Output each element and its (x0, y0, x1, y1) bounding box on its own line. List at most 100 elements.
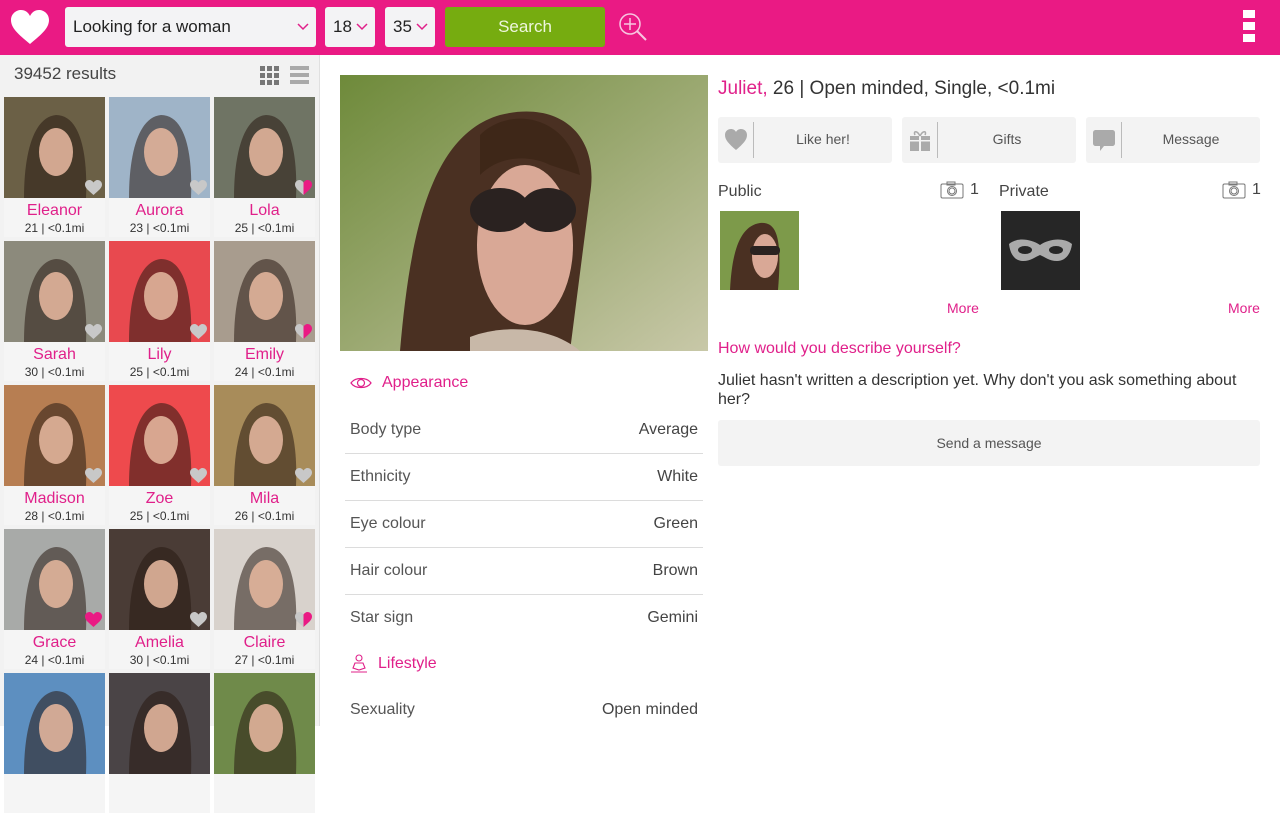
send-message-button[interactable]: Send a message (718, 420, 1260, 466)
result-photo[interactable] (109, 241, 210, 342)
looking-for-select[interactable]: Looking for a woman (65, 7, 316, 47)
result-photo[interactable] (109, 673, 210, 774)
result-card[interactable]: Lily 25 | <0.1mi (109, 241, 210, 381)
attribute-row: Star sign Gemini (345, 595, 703, 642)
result-photo[interactable] (214, 673, 315, 774)
search-button[interactable]: Search (445, 7, 605, 47)
public-count-value: 1 (970, 181, 979, 198)
results-sidebar: 39452 results Eleanor 21 | <0.1mi Aurora 23… (0, 55, 320, 813)
favorite-half-heart-icon[interactable] (295, 612, 312, 627)
private-more-link[interactable]: More (1228, 300, 1260, 316)
favorite-heart-icon[interactable] (85, 324, 102, 339)
result-name: Madison (24, 490, 85, 507)
looking-for-value: Looking for a woman (73, 17, 231, 36)
attribute-label: Eye colour (350, 515, 426, 532)
result-photo[interactable] (214, 97, 315, 198)
public-photo-thumbnail[interactable] (720, 211, 799, 290)
result-card[interactable]: Madison 28 | <0.1mi (4, 385, 105, 525)
result-meta: 25 | <0.1mi (129, 365, 190, 379)
favorite-half-heart-icon[interactable] (295, 324, 312, 339)
result-photo[interactable] (4, 241, 105, 342)
result-photo-image (24, 691, 87, 774)
result-card[interactable]: Emily 24 | <0.1mi (214, 241, 315, 381)
result-card[interactable]: Eleanor 21 | <0.1mi (4, 97, 105, 237)
result-photo[interactable] (4, 385, 105, 486)
message-button[interactable]: Message (1086, 117, 1260, 163)
result-card[interactable]: Amelia 30 | <0.1mi (109, 529, 210, 669)
result-photo[interactable] (214, 529, 315, 630)
attribute-value: Green (653, 515, 698, 532)
result-photo[interactable] (4, 97, 105, 198)
age-max-select[interactable]: 35 (385, 7, 435, 47)
result-card[interactable] (214, 673, 315, 813)
appearance-title: Appearance (382, 374, 469, 391)
result-card[interactable] (4, 673, 105, 813)
favorite-heart-icon[interactable] (85, 612, 102, 627)
result-card[interactable]: Grace 24 | <0.1mi (4, 529, 105, 669)
attribute-label: Star sign (350, 609, 414, 626)
result-card[interactable]: Mila 26 | <0.1mi (214, 385, 315, 525)
speech-bubble-icon (1093, 130, 1115, 151)
favorite-half-heart-icon[interactable] (295, 180, 312, 195)
result-photo[interactable] (109, 97, 210, 198)
profile-headline: Juliet, 26 | Open minded, Single, <0.1mi (718, 78, 1055, 100)
result-meta: 28 | <0.1mi (24, 509, 85, 523)
attribute-label: Body type (350, 421, 422, 438)
result-meta: 21 | <0.1mi (24, 221, 85, 235)
result-photo[interactable] (4, 529, 105, 630)
result-card[interactable]: Lola 25 | <0.1mi (214, 97, 315, 237)
favorite-heart-icon[interactable] (190, 180, 207, 195)
description-question: How would you describe yourself? (718, 340, 961, 357)
chevron-down-icon (356, 23, 368, 31)
result-card[interactable]: Claire 27 | <0.1mi (214, 529, 315, 669)
result-card[interactable]: Aurora 23 | <0.1mi (109, 97, 210, 237)
favorite-heart-icon[interactable] (190, 324, 207, 339)
favorite-heart-icon[interactable] (85, 180, 102, 195)
private-photo-thumbnail[interactable] (1001, 211, 1080, 290)
favorite-heart-icon[interactable] (190, 468, 207, 483)
gifts-button[interactable]: Gifts (902, 117, 1076, 163)
result-name: Emily (244, 346, 285, 363)
result-card[interactable]: Zoe 25 | <0.1mi (109, 385, 210, 525)
result-name: Zoe (145, 490, 174, 507)
result-photo[interactable] (109, 385, 210, 486)
public-album-label: Public (718, 183, 762, 200)
chevron-down-icon (416, 23, 428, 31)
profile-summary: 26 | Open minded, Single, <0.1mi (767, 78, 1056, 99)
result-card[interactable]: Sarah 30 | <0.1mi (4, 241, 105, 381)
profile-main-photo[interactable] (340, 75, 708, 351)
age-min-select[interactable]: 18 (325, 7, 375, 47)
grid-view-icon[interactable] (260, 66, 279, 85)
attribute-label: Sexuality (350, 701, 415, 718)
result-name: Amelia (135, 634, 184, 651)
private-count-value: 1 (1252, 181, 1261, 198)
attribute-label: Ethnicity (350, 468, 411, 485)
favorite-heart-icon[interactable] (295, 468, 312, 483)
heart-logo-icon[interactable] (10, 10, 50, 46)
result-photo[interactable] (214, 241, 315, 342)
public-more-link[interactable]: More (947, 300, 979, 316)
zoom-in-icon[interactable] (618, 12, 648, 42)
result-photo[interactable] (4, 673, 105, 774)
appearance-heading: Appearance (350, 374, 468, 392)
mask-icon (1001, 211, 1080, 290)
overflow-menu-icon[interactable] (1243, 10, 1257, 44)
result-meta: 30 | <0.1mi (24, 365, 85, 379)
public-photo-count: 1 (940, 181, 979, 199)
eye-icon (350, 377, 372, 389)
result-card[interactable] (109, 673, 210, 813)
like-button[interactable]: Like her! (718, 117, 892, 163)
private-album-label: Private (999, 183, 1049, 200)
result-photo[interactable] (109, 529, 210, 630)
gifts-label: Gifts (992, 131, 1022, 147)
attribute-value: Open minded (601, 701, 698, 718)
age-max-value: 35 (393, 17, 412, 36)
list-view-icon[interactable] (290, 66, 309, 85)
like-label: Like her! (796, 131, 850, 147)
favorite-heart-icon[interactable] (85, 468, 102, 483)
attribute-label: Hair colour (350, 562, 428, 579)
public-photo-image (720, 211, 799, 290)
favorite-heart-icon[interactable] (190, 612, 207, 627)
result-photo[interactable] (214, 385, 315, 486)
camera-icon (1222, 181, 1246, 199)
